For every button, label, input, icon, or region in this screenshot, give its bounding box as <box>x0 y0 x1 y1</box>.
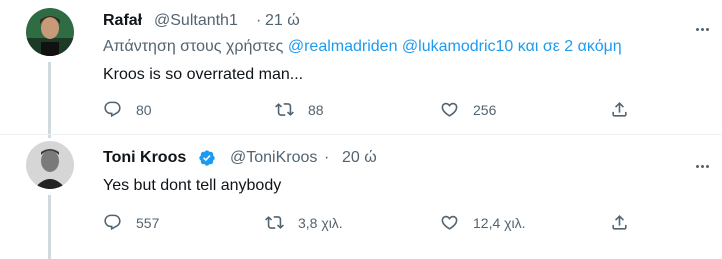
retweet-icon <box>265 216 284 229</box>
separator: · <box>324 149 330 166</box>
retweet-button[interactable]: 3,8 χιλ. <box>265 213 343 232</box>
like-icon <box>441 215 458 230</box>
mention-lukamodric10[interactable]: @lukamodric10 <box>402 38 513 55</box>
handle[interactable]: @ToniKroos <box>230 149 317 167</box>
reply-icon <box>104 214 121 231</box>
tweet-text: Kroos is so overrated man... <box>103 66 304 83</box>
avatar[interactable] <box>26 8 74 56</box>
reply-prefix: Απάντηση στους χρήστες <box>103 38 284 55</box>
like-button[interactable]: 12,4 χιλ. <box>440 213 526 232</box>
reply-context: Απάντηση στους χρήστες @realmadriden @lu… <box>103 38 622 56</box>
reply-icon <box>104 101 121 118</box>
thread-connector <box>48 62 51 138</box>
tweet-toni-kroos[interactable]: Toni Kroos @ToniKroos · 20 ώ Yes but don… <box>0 135 722 259</box>
reply-others[interactable]: και σε 2 ακόμη <box>518 38 622 55</box>
tweet-text: Yes but dont tell anybody <box>103 177 282 194</box>
more-icon[interactable] <box>696 18 714 31</box>
timestamp[interactable]: 21 ώ <box>265 12 300 30</box>
more-icon[interactable] <box>696 155 714 168</box>
share-button[interactable] <box>610 100 629 119</box>
reply-button[interactable]: 557 <box>103 213 159 232</box>
thread-connector <box>48 195 51 259</box>
tweet-rafal[interactable]: Rafał @Sultanth1 · 21 ώ Απάντηση στους χ… <box>0 0 722 138</box>
mention-realmadriden[interactable]: @realmadriden <box>288 38 398 55</box>
display-name[interactable]: Rafał <box>103 12 142 30</box>
verified-badge-icon <box>199 150 215 166</box>
retweet-count: 3,8 χιλ. <box>298 214 343 231</box>
share-icon <box>612 102 627 117</box>
avatar[interactable] <box>26 141 74 189</box>
reply-count: 80 <box>136 101 152 118</box>
share-icon <box>612 215 627 230</box>
reply-count: 557 <box>136 214 160 231</box>
display-name[interactable]: Toni Kroos <box>103 149 186 167</box>
handle[interactable]: @Sultanth1 <box>154 12 238 30</box>
like-count: 256 <box>473 101 497 118</box>
separator: · <box>256 12 262 29</box>
like-icon <box>441 102 458 117</box>
share-button[interactable] <box>610 213 629 232</box>
reply-button[interactable]: 80 <box>103 100 152 119</box>
retweet-count: 88 <box>308 101 324 118</box>
like-count: 12,4 χιλ. <box>473 214 526 231</box>
timestamp[interactable]: 20 ώ <box>342 149 377 167</box>
like-button[interactable]: 256 <box>440 100 496 119</box>
retweet-button[interactable]: 88 <box>275 100 324 119</box>
retweet-icon <box>275 103 294 116</box>
